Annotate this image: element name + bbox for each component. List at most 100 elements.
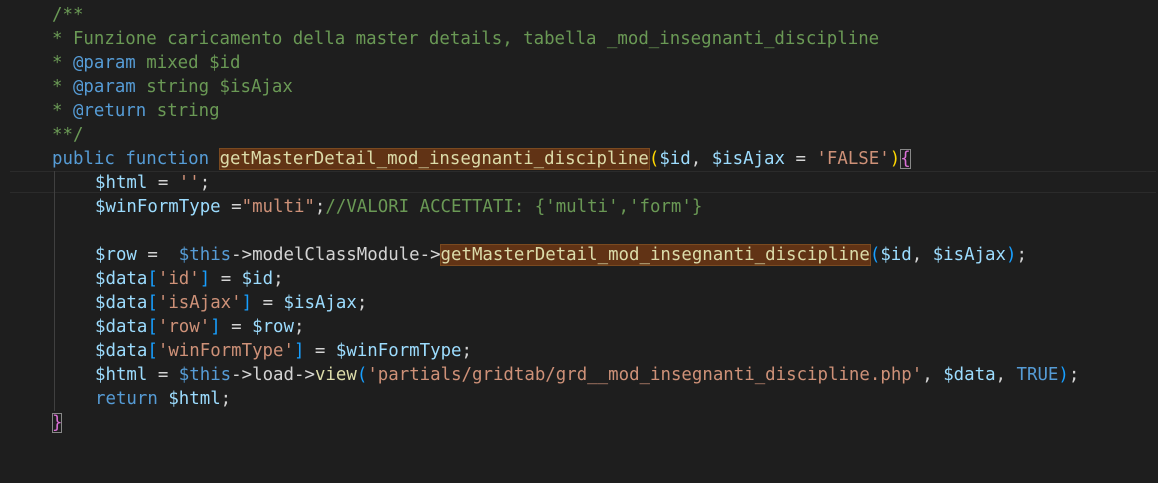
comma: , <box>690 149 712 169</box>
param-isajax: $isAjax <box>711 149 785 169</box>
bracket-close: ] <box>199 269 211 289</box>
key-row: 'row' <box>157 317 211 337</box>
code-line-9[interactable]: $winFormType ="multi";//VALORI ACCETTATI… <box>0 195 1158 219</box>
bracket-close: ] <box>210 317 221 337</box>
code-line-12[interactable]: $data['id'] = $id; <box>0 267 1158 291</box>
semicolon: ; <box>273 269 284 289</box>
empty-string: '' <box>178 173 200 193</box>
indent-guide <box>54 243 55 267</box>
code-line-17[interactable]: return $html; <box>0 387 1158 411</box>
bracket-close: ] <box>241 293 253 313</box>
semicolon: ; <box>220 389 232 409</box>
arg-isajax: $isAjax <box>932 245 1006 265</box>
paren-close: ) <box>889 149 901 169</box>
arg-id: $id <box>880 245 912 265</box>
indent-guide <box>54 339 55 363</box>
doc-param-tag: @param <box>72 77 136 97</box>
function-name-highlighted: getMasterDetail_mod_insegnanti_disciplin… <box>218 148 650 170</box>
comma: , <box>911 245 933 265</box>
bracket-open: [ <box>147 269 158 289</box>
arrow-op: -> <box>231 365 253 385</box>
doc-comment-open: /** <box>52 5 84 25</box>
code-line-5[interactable]: * @return string <box>0 99 1158 123</box>
doc-param-var: $isAjax <box>219 77 293 97</box>
code-line-13[interactable]: $data['isAjax'] = $isAjax; <box>0 291 1158 315</box>
semicolon: ; <box>461 341 472 361</box>
doc-comment-description: * Funzione caricamento della master deta… <box>52 29 880 49</box>
key-id: 'id' <box>157 269 200 289</box>
value-winformtype: $winFormType <box>335 341 462 361</box>
view-path-string: 'partials/gridtab/grd__mod_insegnanti_di… <box>367 365 923 385</box>
indent-guide <box>54 387 55 411</box>
code-line-14[interactable]: $data['row'] = $row; <box>0 315 1158 339</box>
doc-star: * <box>52 101 73 121</box>
code-line-1[interactable]: /** <box>0 3 1158 27</box>
var-this: $this <box>178 245 232 265</box>
param-id: $id <box>659 149 691 169</box>
paren-close: ) <box>1058 365 1069 385</box>
key-isajax: 'isAjax' <box>157 293 242 313</box>
var-row: $row <box>95 245 137 265</box>
value-isajax: $isAjax <box>283 293 357 313</box>
indent-guide <box>54 267 55 291</box>
key-winformtype: 'winFormType' <box>157 341 294 361</box>
code-line-3[interactable]: * @param mixed $id <box>0 51 1158 75</box>
code-line-15[interactable]: $data['winFormType'] = $winFormType; <box>0 339 1158 363</box>
semicolon: ; <box>294 317 305 337</box>
keyword-public: public <box>52 149 115 169</box>
doc-return-tag: @return <box>72 101 147 121</box>
indent-guide <box>54 219 55 243</box>
semicolon: ; <box>314 197 326 217</box>
doc-param-type: string <box>135 77 220 97</box>
code-line-6[interactable]: **/ <box>0 123 1158 147</box>
stmt-data-row: $data['row'] = $row; <box>95 315 304 339</box>
assign-op: = <box>147 365 179 385</box>
var-html: $html <box>95 365 148 385</box>
var-data: $data <box>95 341 148 361</box>
comma: , <box>922 365 944 385</box>
assign-op: = <box>147 173 179 193</box>
function-signature: public function getMasterDetail_mod_inse… <box>52 147 911 171</box>
assign-op: = <box>785 149 817 169</box>
stmt-data-id: $data['id'] = $id; <box>95 267 284 291</box>
code-line-4[interactable]: * @param string $isAjax <box>0 75 1158 99</box>
indent-guide <box>54 315 55 339</box>
semicolon: ; <box>356 293 368 313</box>
paren-open: ( <box>356 365 368 385</box>
assign-op: = <box>252 293 284 313</box>
paren-open: ( <box>648 149 660 169</box>
indent-guide <box>54 363 55 387</box>
keyword-return: return <box>95 389 158 409</box>
default-false-string: 'FALSE' <box>816 149 890 169</box>
code-editor[interactable]: /** * Funzione caricamento della master … <box>0 0 1158 442</box>
code-line-10[interactable] <box>0 219 1158 243</box>
stmt-data-isajax: $data['isAjax'] = $isAjax; <box>95 291 367 315</box>
indent-guide <box>54 195 55 219</box>
code-line-18[interactable]: } <box>0 411 1158 435</box>
assign-op: = <box>220 317 253 337</box>
assign-op: = <box>136 245 179 265</box>
code-line-8[interactable]: $html = ''; <box>0 171 1158 195</box>
member-load: load <box>252 365 294 385</box>
doc-param-tag: @param <box>72 53 136 73</box>
bracket-open: [ <box>147 293 158 313</box>
var-winformtype: $winFormType <box>95 197 221 217</box>
doc-star: * <box>52 53 73 73</box>
semicolon: ; <box>1068 365 1080 385</box>
var-this: $this <box>178 365 232 385</box>
bracket-close: ] <box>293 341 305 361</box>
code-line-11[interactable]: $row = $this->modelClassModule->getMaste… <box>0 243 1158 267</box>
bracket-open: [ <box>147 317 158 337</box>
var-data: $data <box>95 293 148 313</box>
arrow-op: -> <box>293 365 315 385</box>
constant-true: TRUE <box>1016 365 1059 385</box>
method-view: view <box>314 365 357 385</box>
code-line-7[interactable]: public function getMasterDetail_mod_inse… <box>0 147 1158 171</box>
code-line-16[interactable]: $html = $this->load->view('partials/grid… <box>0 363 1158 387</box>
value-id: $id <box>241 269 274 289</box>
code-line-2[interactable]: * Funzione caricamento della master deta… <box>0 27 1158 51</box>
assign-op: = <box>220 197 242 217</box>
doc-return-type: string <box>146 101 220 121</box>
bracket-open: [ <box>147 341 158 361</box>
